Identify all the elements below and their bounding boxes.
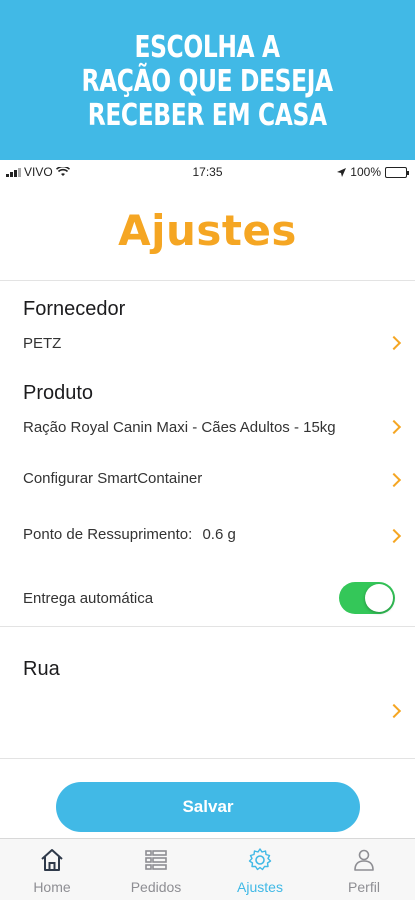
toggle-knob bbox=[365, 584, 393, 612]
divider bbox=[0, 280, 415, 281]
banner-line-3: RECEBER EM CASA bbox=[88, 98, 327, 133]
banner-line-2: RAÇÃO QUE DESEJA bbox=[81, 64, 334, 99]
product-row[interactable]: Produto Ração Royal Canin Maxi - Cães Ad… bbox=[23, 382, 403, 444]
battery-icon bbox=[385, 166, 409, 178]
resupply-point-row[interactable]: Ponto de Ressuprimento: 0.6 g bbox=[23, 526, 403, 550]
tab-home[interactable]: Home bbox=[0, 839, 104, 900]
battery-percent: 100% bbox=[350, 165, 381, 179]
resupply-point-label: Ponto de Ressuprimento: bbox=[23, 526, 193, 543]
app-screen: VIVO 17:35 100% Ajustes Fornecedor PETZ … bbox=[0, 160, 415, 900]
status-bar: VIVO 17:35 100% bbox=[0, 160, 415, 184]
product-label: Produto bbox=[23, 382, 94, 404]
configure-smartcontainer-row[interactable]: Configurar SmartContainer bbox=[23, 470, 403, 494]
divider bbox=[0, 626, 415, 627]
person-icon bbox=[354, 849, 374, 871]
configure-smartcontainer-label: Configurar SmartContainer bbox=[23, 470, 203, 487]
home-icon bbox=[41, 849, 63, 871]
tab-pedidos-label: Pedidos bbox=[130, 879, 182, 895]
street-label: Rua bbox=[23, 658, 60, 680]
tab-ajustes[interactable]: Ajustes bbox=[208, 839, 312, 900]
location-arrow-icon bbox=[337, 167, 347, 177]
auto-delivery-row: Entrega automática bbox=[23, 582, 415, 622]
street-row[interactable]: Rua bbox=[23, 658, 403, 722]
tab-ajustes-label: Ajustes bbox=[237, 879, 283, 895]
product-value: Ração Royal Canin Maxi - Cães Adultos - … bbox=[23, 419, 336, 436]
banner-line-1: ESCOLHA A bbox=[134, 30, 281, 65]
supplier-label: Fornecedor bbox=[23, 298, 126, 320]
tab-bar: Home Pedidos Ajustes Perfil bbox=[0, 838, 415, 900]
promo-banner: ESCOLHA A RAÇÃO QUE DESEJA RECEBER EM CA… bbox=[0, 0, 415, 160]
resupply-point-value: 0.6 g bbox=[202, 526, 236, 543]
gear-icon bbox=[248, 848, 272, 871]
list-icon bbox=[145, 850, 167, 870]
street-value bbox=[23, 695, 403, 713]
save-button[interactable]: Salvar bbox=[56, 782, 360, 832]
supplier-value: PETZ bbox=[23, 335, 62, 352]
tab-perfil-label: Perfil bbox=[348, 879, 380, 895]
tab-perfil[interactable]: Perfil bbox=[312, 839, 415, 900]
tab-pedidos[interactable]: Pedidos bbox=[104, 839, 208, 900]
auto-delivery-toggle[interactable] bbox=[339, 582, 395, 614]
divider bbox=[0, 758, 415, 759]
page-title: Ajustes bbox=[118, 206, 297, 255]
tab-home-label: Home bbox=[33, 879, 71, 895]
supplier-row[interactable]: Fornecedor PETZ bbox=[23, 298, 403, 360]
